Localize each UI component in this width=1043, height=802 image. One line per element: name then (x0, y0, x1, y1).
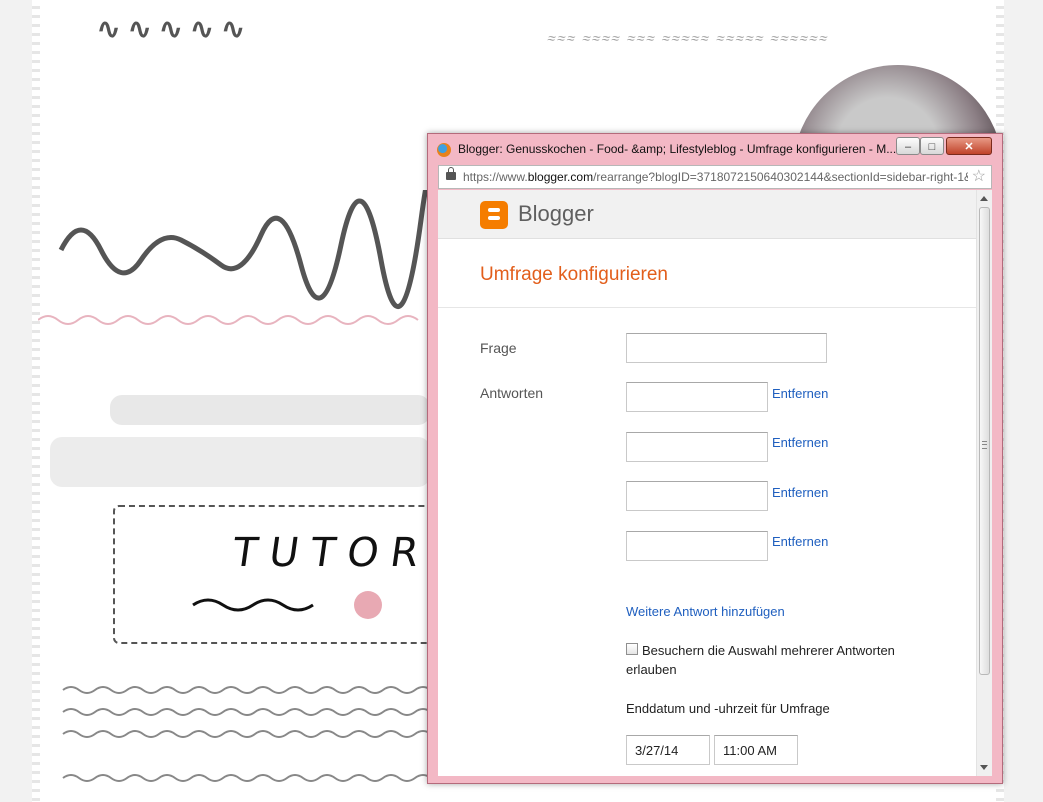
url-suffix: /rearrange?blogID=3718072150640302144&se… (593, 170, 968, 184)
remove-answer-1-link[interactable]: Entfernen (772, 386, 828, 401)
question-label: Frage (480, 340, 517, 356)
question-input[interactable] (626, 333, 827, 363)
url-prefix: https://www. (463, 170, 528, 184)
background-banner-heading: ꓔꓴꓔꓳꓣ (229, 530, 434, 576)
add-answer-link[interactable]: Weitere Antwort hinzufügen (626, 604, 785, 619)
blogger-header: Blogger (438, 190, 976, 239)
background-body-text (62, 686, 432, 782)
background-subtitle-block (110, 395, 430, 425)
background-header-scribble (58, 190, 454, 310)
background-logo: ∿∿∿∿∿ (96, 12, 252, 47)
answers-label: Antworten (480, 385, 544, 401)
background-post-title-block (50, 437, 430, 487)
maximize-button[interactable]: □ (920, 137, 944, 155)
address-bar[interactable]: https://www.blogger.com/rearrange?blogID… (438, 165, 992, 189)
background-navigation: ≈≈≈ ≈≈≈≈ ≈≈≈ ≈≈≈≈≈ ≈≈≈≈≈ ≈≈≈≈≈≈ (545, 30, 833, 46)
popup-window: Blogger: Genusskochen - Food- &amp; Life… (427, 133, 1003, 784)
window-titlebar[interactable]: Blogger: Genusskochen - Food- &amp; Life… (428, 134, 1002, 164)
remove-answer-2-link[interactable]: Entfernen (772, 435, 828, 450)
title-divider (438, 307, 976, 308)
answer-input-4[interactable] (626, 531, 768, 561)
page-title: Umfrage konfigurieren (480, 264, 668, 285)
lock-icon (446, 167, 456, 180)
address-url: https://www.blogger.com/rearrange?blogID… (463, 170, 968, 184)
answer-input-3[interactable] (626, 481, 768, 511)
answer-input-1[interactable] (626, 382, 768, 412)
multiple-answers-checkbox[interactable] (626, 643, 638, 655)
blogger-logo-icon (480, 201, 508, 229)
scroll-up-arrow-icon[interactable] (980, 196, 988, 201)
multiple-answers-label: Besuchern die Auswahl mehrerer Antworten… (626, 643, 895, 677)
scrollbar-grip-icon (982, 441, 987, 449)
end-date-label: Enddatum und -uhrzeit für Umfrage (626, 701, 830, 716)
window-title: Blogger: Genusskochen - Food- &amp; Life… (458, 142, 897, 156)
remove-answer-4-link[interactable]: Entfernen (772, 534, 828, 549)
end-time-input[interactable] (714, 735, 798, 765)
firefox-icon (437, 143, 451, 157)
scroll-down-arrow-icon[interactable] (980, 765, 988, 770)
minimize-button[interactable]: – (896, 137, 920, 155)
background-banner-decoration (192, 591, 382, 619)
close-button[interactable]: ✕ (946, 137, 992, 155)
page-content: Blogger Umfrage konfigurieren Frage Antw… (438, 190, 992, 776)
star-icon[interactable]: ☆ (972, 168, 986, 186)
remove-answer-3-link[interactable]: Entfernen (772, 485, 828, 500)
scrollbar-thumb[interactable] (979, 207, 990, 675)
end-date-input[interactable] (626, 735, 710, 765)
background-divider-scribble (38, 315, 419, 325)
blogger-brand: Blogger (518, 201, 594, 226)
answer-input-2[interactable] (626, 432, 768, 462)
vertical-scrollbar[interactable] (976, 190, 992, 776)
url-domain: blogger.com (527, 170, 594, 184)
